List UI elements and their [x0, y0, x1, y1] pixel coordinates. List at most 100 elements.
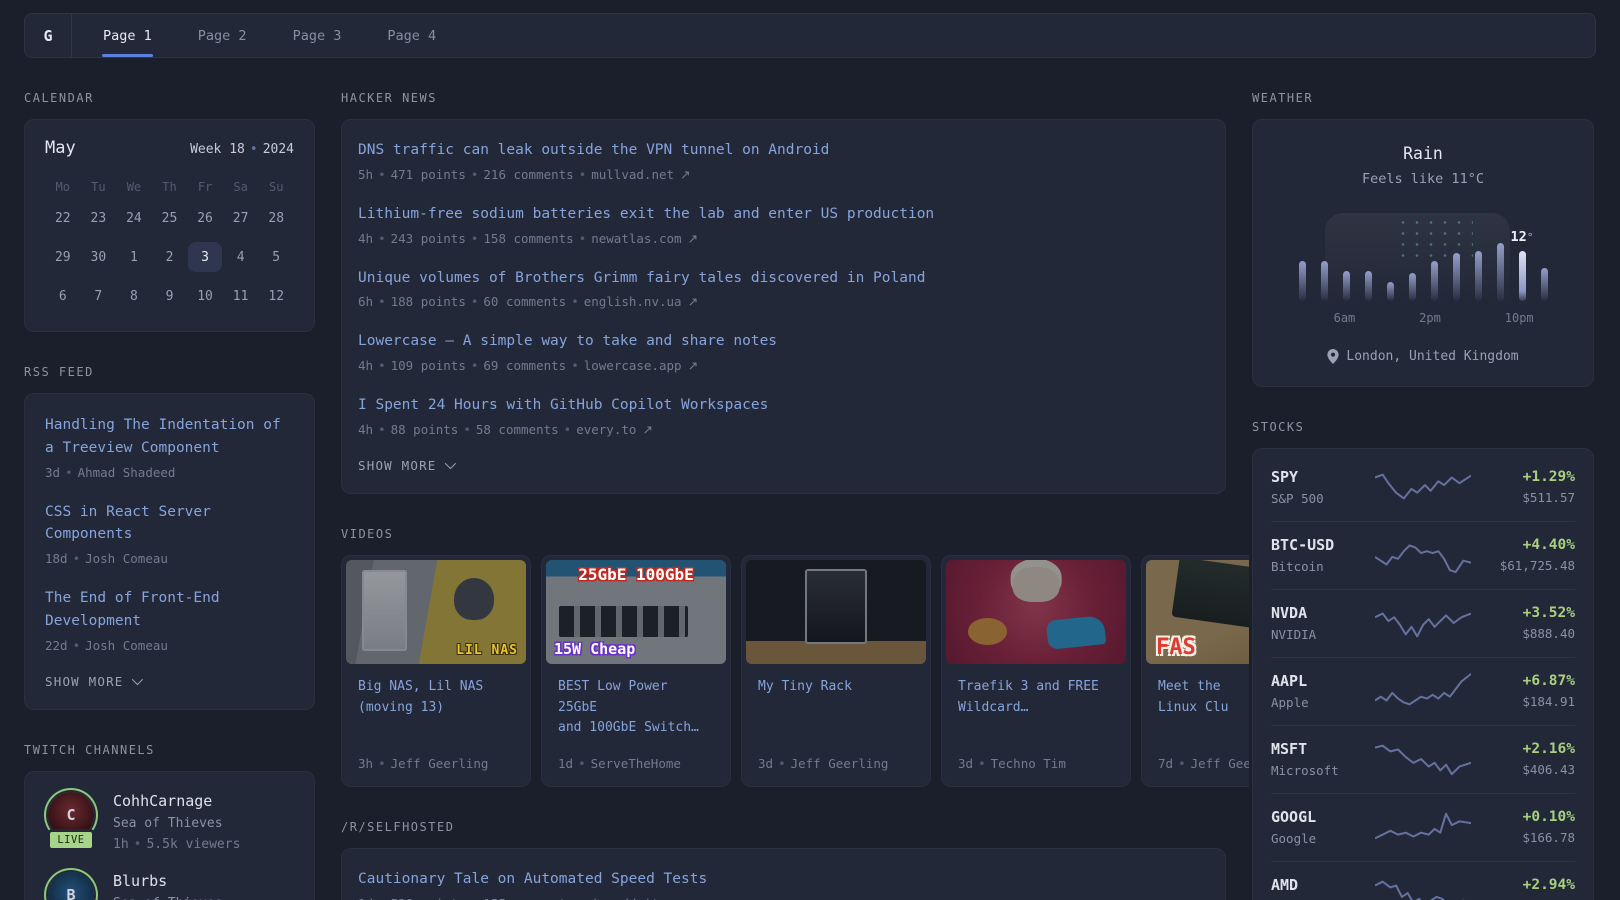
separator-dot: •: [245, 142, 263, 157]
twitch-channel-row[interactable]: C LIVE CohhCarnage Sea of Thieves 1h•5.5…: [45, 792, 294, 852]
video-card[interactable]: My Tiny Rack 3d•Jeff Geerling: [741, 555, 931, 787]
stock-change: +4.40%: [1471, 537, 1575, 553]
calendar-weekday-label: Fr: [187, 180, 223, 194]
weather-bars: 12°: [1291, 213, 1555, 301]
thumbnail-art: [1171, 560, 1249, 636]
meta-part: 216 comments: [483, 167, 573, 182]
calendar-week-year: Week 18•2024: [190, 142, 294, 157]
meta-part: 1h: [113, 837, 129, 852]
video-card[interactable]: Traefik 3 and FREE Wildcard… 3d•Techno T…: [941, 555, 1131, 787]
feed-item-meta: 4h•88 points•58 comments•every.to↗: [358, 422, 1209, 437]
stock-name: NVIDIA: [1271, 627, 1375, 642]
calendar-day-number: 2: [152, 242, 186, 272]
video-card[interactable]: 25GbE 100GbE15W Cheap BEST Low Power 25G…: [541, 555, 731, 787]
video-title-link[interactable]: Meet the Linux Clu: [1142, 664, 1249, 756]
rss-show-more-button[interactable]: SHOW MORE: [45, 674, 294, 689]
dashboard-grid: CALENDAR May Week 18•2024 MoTuWeThFrSaSu…: [24, 91, 1596, 900]
hackernews-card: DNS traffic can leak outside the VPN tun…: [341, 119, 1226, 494]
nav-tab[interactable]: Page 2: [175, 14, 270, 57]
weather-bar: [1467, 251, 1489, 301]
meta-part: 58 comments: [476, 422, 559, 437]
video-title-link[interactable]: My Tiny Rack: [742, 664, 930, 756]
source-domain-link[interactable]: every.to: [576, 422, 636, 437]
video-card[interactable]: FAS Meet the Linux Clu 7d•Jeff Geerling: [1141, 555, 1249, 787]
calendar-section: CALENDAR May Week 18•2024 MoTuWeThFrSaSu…: [24, 91, 315, 332]
show-more-label: SHOW MORE: [358, 458, 437, 473]
calendar-day-cell: 29: [45, 242, 81, 272]
stock-row[interactable]: GOOGL Google +0.10% $166.78: [1271, 793, 1575, 861]
stock-row[interactable]: AAPL Apple +6.87% $184.91: [1271, 657, 1575, 725]
calendar-month: May: [45, 138, 76, 158]
meta-part: 3d: [45, 465, 60, 480]
calendar-day-number: 7: [81, 281, 115, 311]
weather-bar: 12°: [1511, 251, 1533, 301]
video-thumbnail: LIL NAS: [346, 560, 526, 664]
video-title-link[interactable]: BEST Low Power 25GbE and 100GbE Switch…: [542, 664, 730, 756]
thumbnail-art: [454, 578, 494, 620]
weather-temp-value: 12: [1511, 229, 1527, 245]
stock-id: BTC-USD Bitcoin: [1271, 536, 1375, 574]
feed-item-title-link[interactable]: The End of Front-End Development: [45, 590, 220, 629]
stock-row[interactable]: MSFT Microsoft +2.16% $406.43: [1271, 725, 1575, 793]
feed-item-title-link[interactable]: CSS in React Server Components: [45, 504, 211, 543]
calendar-weekday-label: Th: [152, 180, 188, 194]
stock-row[interactable]: AMD AMD +2.94% $150.45: [1271, 861, 1575, 900]
stock-row[interactable]: NVDA NVIDIA +3.52% $888.40: [1271, 589, 1575, 657]
stock-row[interactable]: BTC-USD Bitcoin +4.40% $61,725.48: [1271, 521, 1575, 589]
stock-values: +1.29% $511.57: [1471, 469, 1575, 505]
twitch-channel-name[interactable]: CohhCarnage: [113, 792, 240, 810]
weather-condition: Rain: [1271, 144, 1575, 163]
nav-tab[interactable]: Page 4: [364, 14, 459, 57]
source-domain-link[interactable]: newatlas.com: [591, 231, 681, 246]
feed-item-title-link[interactable]: Unique volumes of Brothers Grimm fairy t…: [358, 270, 925, 286]
video-title-link[interactable]: Big NAS, Lil NAS (moving 13): [342, 664, 530, 756]
weather-bar: [1445, 253, 1467, 301]
videos-row: LIL NAS Big NAS, Lil NAS (moving 13) 3h•…: [341, 555, 1249, 787]
calendar-weekday-label: Tu: [81, 180, 117, 194]
source-domain-link[interactable]: i.redd.it: [591, 896, 659, 900]
feed-item-title-link[interactable]: DNS traffic can leak outside the VPN tun…: [358, 142, 829, 158]
twitch-channel-info: Blurbs Sea of Thieves 1h•264 viewers: [113, 872, 233, 900]
meta-part: 109 points: [391, 358, 466, 373]
twitch-channel-name[interactable]: Blurbs: [113, 872, 233, 890]
app-logo[interactable]: G: [25, 14, 72, 57]
right-column: WEATHER Rain Feels like 11°C 12° 6am2pm1…: [1252, 91, 1594, 900]
meta-separator-dot: •: [373, 167, 391, 182]
feed-item-title-link[interactable]: Cautionary Tale on Automated Speed Tests: [358, 871, 707, 887]
calendar-weekday-label: Su: [258, 180, 294, 194]
source-domain-link[interactable]: english.nv.ua: [584, 294, 682, 309]
weather-time-label: [1355, 311, 1376, 325]
twitch-avatar: B: [48, 872, 94, 900]
nav-tab-label: Page 3: [293, 28, 342, 44]
nav-tab[interactable]: Page 3: [270, 14, 365, 57]
feed-item-title-link[interactable]: Lithium-free sodium batteries exit the l…: [358, 206, 934, 222]
calendar-day-number: 24: [117, 203, 151, 233]
weather-section: WEATHER Rain Feels like 11°C 12° 6am2pm1…: [1252, 91, 1594, 387]
source-domain-link[interactable]: mullvad.net: [591, 167, 674, 182]
meta-separator-dot: •: [68, 638, 86, 653]
hackernews-show-more-button[interactable]: SHOW MORE: [358, 458, 1209, 473]
feed-item-title-link[interactable]: Lowercase – A simple way to take and sha…: [358, 333, 777, 349]
meta-separator-dot: •: [373, 756, 391, 771]
video-title-link[interactable]: Traefik 3 and FREE Wildcard…: [942, 664, 1130, 756]
twitch-channel-row[interactable]: B LIVE Blurbs Sea of Thieves 1h•264 view…: [45, 872, 294, 900]
meta-separator-dot: •: [373, 358, 391, 373]
stock-name: S&P 500: [1271, 491, 1375, 506]
stock-price: $888.40: [1471, 626, 1575, 641]
calendar-year: 2024: [263, 142, 294, 157]
video-card[interactable]: LIL NAS Big NAS, Lil NAS (moving 13) 3h•…: [341, 555, 531, 787]
stock-row[interactable]: SPY S&P 500 +1.29% $511.57: [1271, 454, 1575, 521]
rss-list: Handling The Indentation of a Treeview C…: [45, 414, 294, 653]
stock-change: +0.10%: [1471, 809, 1575, 825]
stock-price: $184.91: [1471, 694, 1575, 709]
feed-item-title-link[interactable]: Handling The Indentation of a Treeview C…: [45, 417, 281, 456]
calendar-day-number: 28: [259, 203, 293, 233]
videos-section: VIDEOS LIL NAS Big NAS, Lil NAS (moving …: [341, 527, 1226, 787]
source-domain-link[interactable]: lowercase.app: [584, 358, 682, 373]
calendar-day-number: 9: [152, 281, 186, 311]
nav-tab[interactable]: Page 1: [80, 14, 175, 57]
calendar-day-number: 30: [81, 242, 115, 272]
calendar-day-number: 29: [46, 242, 80, 272]
feed-item-title-link[interactable]: I Spent 24 Hours with GitHub Copilot Wor…: [358, 397, 768, 413]
twitch-avatar-wrap: C LIVE: [45, 792, 97, 852]
